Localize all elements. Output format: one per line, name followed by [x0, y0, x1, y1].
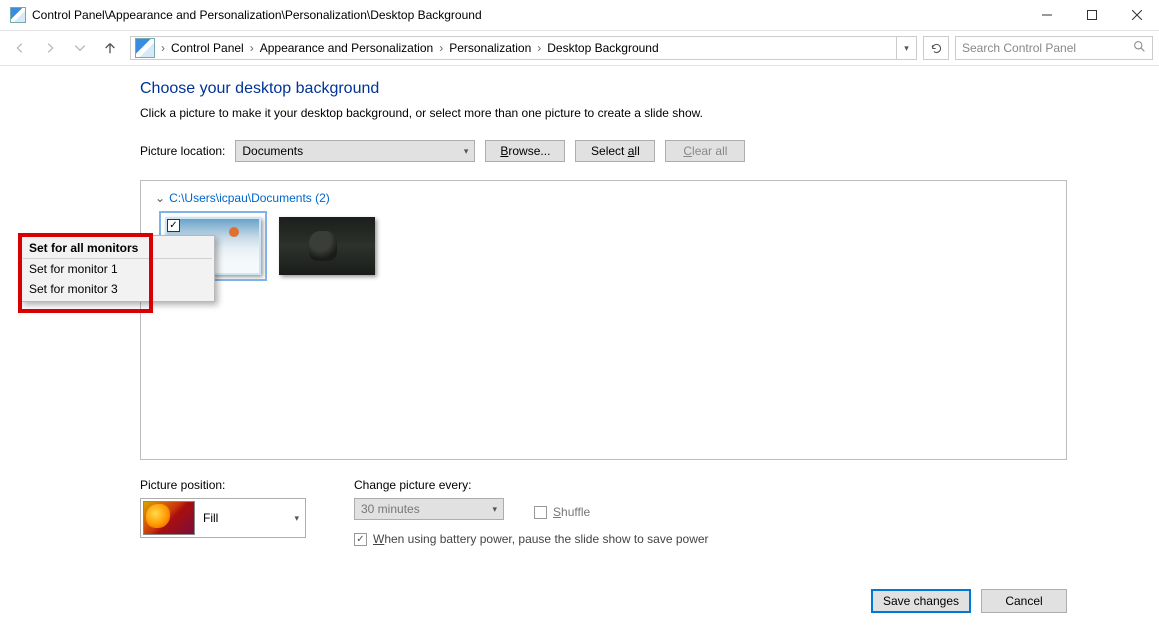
- app-icon: [10, 7, 26, 23]
- change-every-group: Change picture every: 30 minutes ▾ Shuff…: [354, 478, 709, 546]
- chevron-right-icon[interactable]: ›: [437, 41, 445, 55]
- group-header[interactable]: ⌄ C:\Users\icpau\Documents (2): [155, 191, 1052, 205]
- context-menu-wrap: Set for all monitors Set for monitor 1 S…: [20, 235, 215, 302]
- close-button[interactable]: [1114, 0, 1159, 30]
- shuffle-label: Shuffle: [553, 505, 590, 519]
- picture-location-row: Picture location: Documents ▾ Browse... …: [140, 140, 1067, 162]
- back-button[interactable]: [6, 34, 34, 62]
- maximize-button[interactable]: [1069, 0, 1114, 30]
- change-every-label: Change picture every:: [354, 478, 709, 492]
- chevron-right-icon[interactable]: ›: [535, 41, 543, 55]
- breadcrumb[interactable]: › Control Panel › Appearance and Persona…: [130, 36, 917, 60]
- group-header-text: C:\Users\icpau\Documents (2): [169, 191, 330, 205]
- crumb-control-panel[interactable]: Control Panel: [167, 41, 248, 55]
- picture-position-value: Fill: [203, 511, 218, 525]
- recent-dropdown[interactable]: [66, 34, 94, 62]
- search-placeholder: Search Control Panel: [962, 41, 1076, 55]
- picture-position-preview: [143, 501, 195, 535]
- page-subtext: Click a picture to make it your desktop …: [140, 106, 1067, 120]
- search-input[interactable]: Search Control Panel: [955, 36, 1153, 60]
- pictures-list[interactable]: ⌄ C:\Users\icpau\Documents (2) ✓: [140, 180, 1067, 460]
- content-area: Choose your desktop background Click a p…: [140, 80, 1067, 546]
- refresh-button[interactable]: [923, 36, 949, 60]
- thumbnail-row: ✓: [165, 217, 1052, 275]
- crumb-appearance[interactable]: Appearance and Personalization: [256, 41, 437, 55]
- chevron-right-icon[interactable]: ›: [248, 41, 256, 55]
- context-menu[interactable]: Set for all monitors Set for monitor 1 S…: [20, 235, 215, 302]
- control-panel-window: Control Panel\Appearance and Personaliza…: [0, 0, 1159, 627]
- browse-button[interactable]: Browse...: [485, 140, 565, 162]
- crumb-personalization[interactable]: Personalization: [445, 41, 535, 55]
- thumbnail-image: [279, 217, 375, 275]
- picture-location-label: Picture location:: [140, 144, 225, 158]
- search-icon: [1133, 40, 1146, 56]
- title-path: Control Panel\Appearance and Personaliza…: [32, 8, 482, 22]
- window-controls: [1024, 0, 1159, 30]
- context-menu-item-monitor3[interactable]: Set for monitor 3: [23, 279, 212, 299]
- context-menu-item-monitor1[interactable]: Set for monitor 1: [23, 259, 212, 279]
- battery-checkbox[interactable]: ✓: [354, 533, 367, 546]
- picture-position-select[interactable]: Fill ▾: [140, 498, 306, 538]
- forward-button[interactable]: [36, 34, 64, 62]
- crumb-desktop-background[interactable]: Desktop Background: [543, 41, 662, 55]
- shuffle-checkbox: [534, 506, 547, 519]
- page-heading: Choose your desktop background: [140, 80, 1067, 98]
- select-all-button[interactable]: Select all: [575, 140, 655, 162]
- chevron-right-icon[interactable]: ›: [159, 41, 167, 55]
- navbar: › Control Panel › Appearance and Persona…: [0, 30, 1159, 66]
- picture-location-select[interactable]: Documents ▾: [235, 140, 475, 162]
- thumbnail-checkbox[interactable]: ✓: [167, 219, 180, 232]
- breadcrumb-dropdown[interactable]: ▾: [896, 37, 916, 59]
- save-changes-button[interactable]: Save changes: [871, 589, 971, 613]
- picture-position-group: Picture position: Fill ▾: [140, 478, 306, 546]
- lower-controls: Picture position: Fill ▾ Change picture …: [140, 478, 1067, 546]
- change-every-value: 30 minutes: [361, 502, 420, 516]
- cancel-button[interactable]: Cancel: [981, 589, 1067, 613]
- thumbnail-2[interactable]: [279, 217, 375, 275]
- minimize-button[interactable]: [1024, 0, 1069, 30]
- shuffle-checkbox-row: Shuffle: [534, 505, 590, 519]
- battery-checkbox-row[interactable]: ✓ When using battery power, pause the sl…: [354, 532, 709, 546]
- change-every-select: 30 minutes ▾: [354, 498, 504, 520]
- chevron-down-icon: ▾: [464, 146, 469, 157]
- chevron-down-icon: ▾: [492, 504, 497, 515]
- clear-all-button[interactable]: Clear all: [665, 140, 745, 162]
- context-menu-header[interactable]: Set for all monitors: [23, 238, 212, 259]
- breadcrumb-icon: [135, 38, 155, 58]
- chevron-down-icon: ▾: [294, 513, 299, 524]
- picture-position-label: Picture position:: [140, 478, 306, 492]
- chevron-down-icon: ⌄: [155, 191, 165, 205]
- battery-label: When using battery power, pause the slid…: [373, 532, 709, 546]
- picture-location-value: Documents: [242, 144, 303, 158]
- footer-buttons: Save changes Cancel: [871, 589, 1067, 613]
- up-button[interactable]: [96, 34, 124, 62]
- titlebar: Control Panel\Appearance and Personaliza…: [0, 0, 1159, 30]
